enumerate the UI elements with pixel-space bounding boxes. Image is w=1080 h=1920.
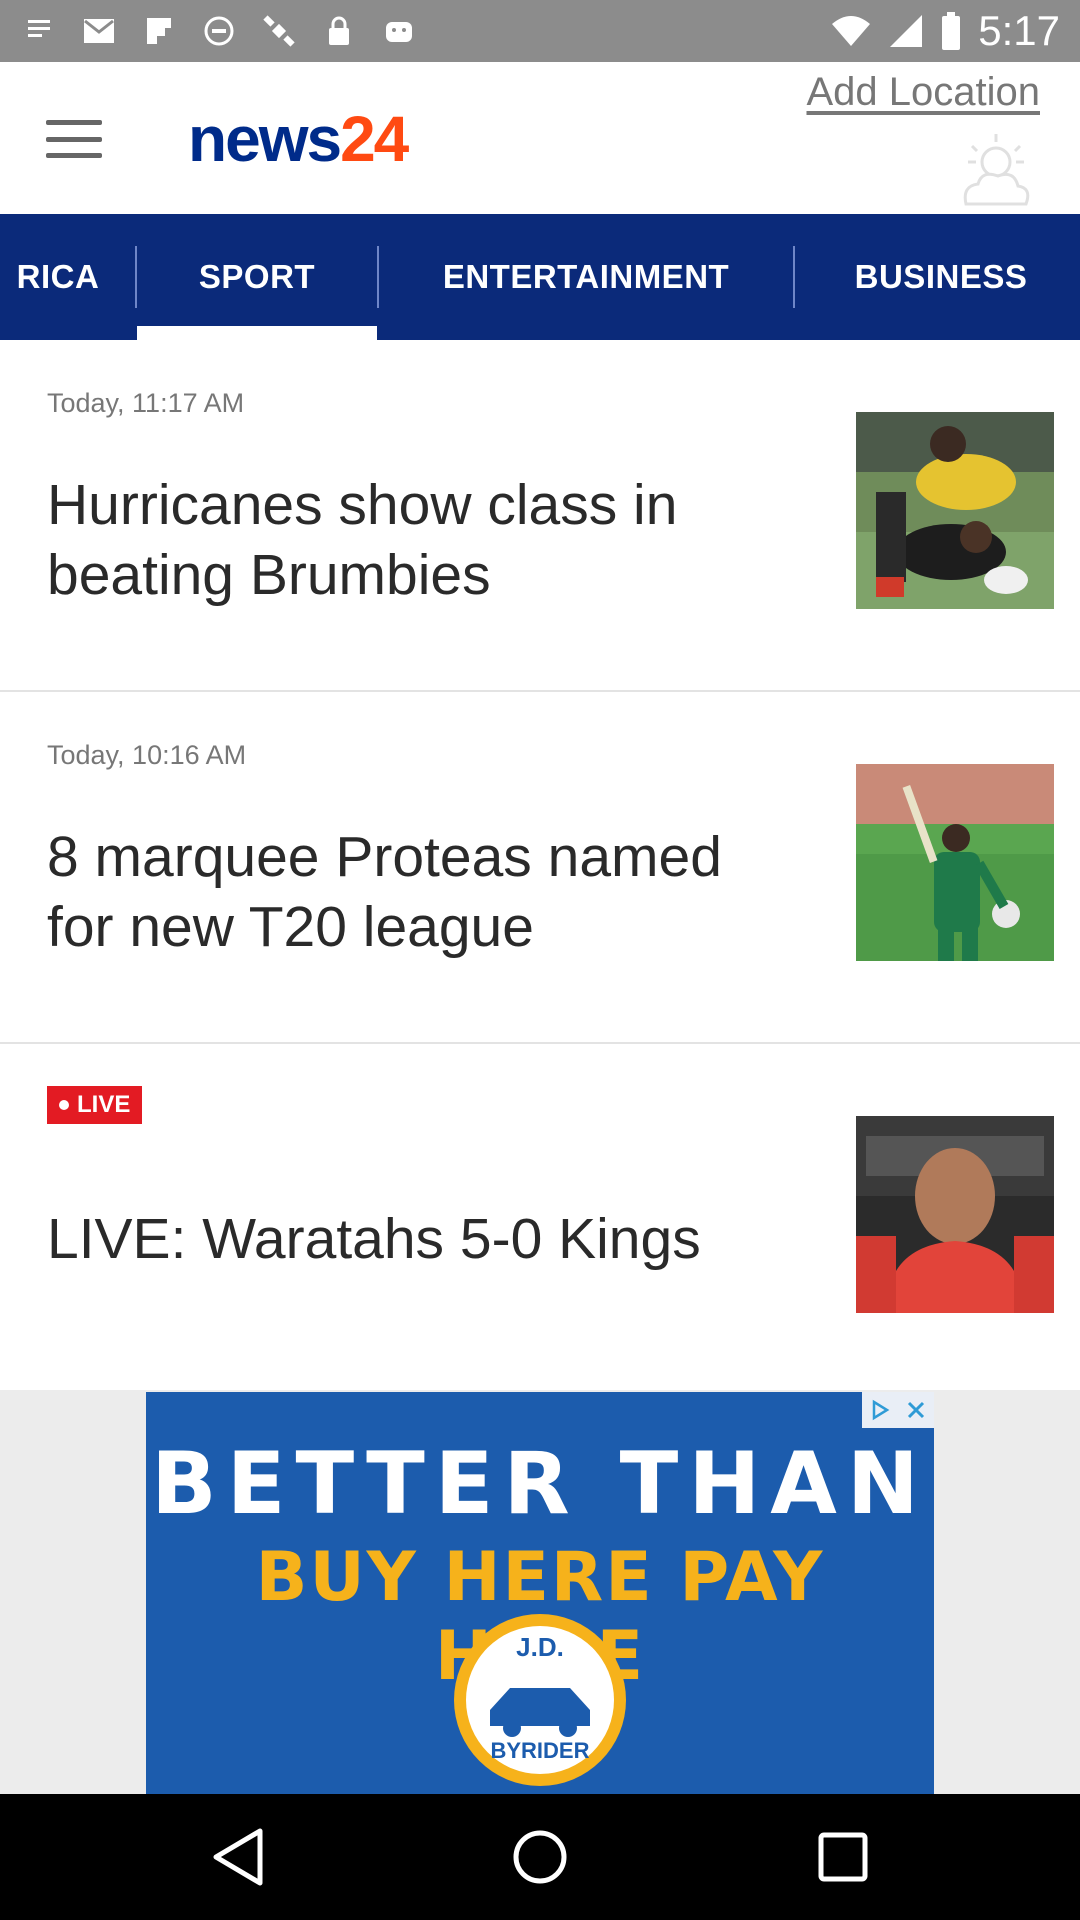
tab-sport[interactable]: SPORT	[137, 214, 377, 340]
status-icons	[22, 8, 416, 54]
recents-button[interactable]	[808, 1822, 878, 1892]
article-thumbnail-cricket[interactable]	[856, 764, 1054, 961]
home-button[interactable]	[505, 1822, 575, 1892]
news24-logo[interactable]: news24	[188, 102, 409, 176]
jd-byrider-logo: J.D. BYRIDER	[450, 1610, 630, 1790]
weather-icon[interactable]	[952, 126, 1036, 210]
article-timestamp: Today, 10:16 AM	[47, 740, 247, 770]
article-card[interactable]: Today, 10:16 AM 8 marquee Proteas named …	[0, 692, 1080, 1044]
live-dot-icon	[59, 1100, 69, 1110]
article-thumbnail-coach[interactable]	[856, 1116, 1054, 1313]
notification-icon	[22, 14, 56, 48]
tab-rica[interactable]: RICA	[0, 214, 136, 340]
tab-entertainment[interactable]: ENTERTAINMENT	[379, 214, 793, 340]
add-location-link[interactable]: Add Location	[806, 70, 1040, 115]
advertisement-banner[interactable]: BETTER THAN BUY HERE PAY HERE J.D. BYRID…	[146, 1392, 934, 1794]
ad-container: BETTER THAN BUY HERE PAY HERE J.D. BYRID…	[0, 1390, 1080, 1794]
category-tabs: RICA SPORT ENTERTAINMENT BUSINESS	[0, 214, 1080, 340]
hamburger-line	[46, 136, 102, 142]
android-icon	[382, 14, 416, 48]
logo-text-news: news	[188, 103, 342, 175]
ad-logo-line1: J.D.	[516, 1632, 564, 1662]
status-bar: 5:17	[0, 0, 1080, 62]
ad-headline: BETTER THAN	[151, 1434, 929, 1534]
ad-choices	[862, 1392, 934, 1428]
flipboard-icon	[142, 14, 176, 48]
system-navigation-bar	[0, 1794, 1080, 1920]
live-badge-label: LIVE	[77, 1091, 131, 1118]
ad-logo-line2: BYRIDER	[490, 1738, 590, 1763]
menu-button[interactable]	[40, 114, 108, 164]
wifi-icon	[832, 16, 871, 46]
signal-icon	[890, 15, 923, 47]
app-header: news24 Add Location	[0, 62, 1080, 214]
ad-close-icon[interactable]	[898, 1392, 934, 1428]
article-headline[interactable]: LIVE: Waratahs 5-0 Kings	[47, 1204, 787, 1274]
hamburger-line	[46, 120, 102, 125]
article-headline[interactable]: Hurricanes show class in beating Brumbie…	[47, 470, 787, 610]
hamburger-line	[46, 153, 102, 158]
clock: 5:17	[978, 7, 1060, 54]
live-badge: LIVE	[47, 1086, 143, 1124]
lock-icon	[322, 14, 356, 48]
logo-text-24: 24	[340, 103, 409, 175]
status-right: 5:17	[830, 0, 1060, 62]
battery-icon	[942, 12, 961, 50]
article-thumbnail-rugby[interactable]	[856, 412, 1054, 609]
article-headline[interactable]: 8 marquee Proteas named for new T20 leag…	[47, 822, 787, 962]
tab-business[interactable]: BUSINESS	[795, 214, 1080, 340]
mail-icon	[82, 14, 116, 48]
circle-status-icon	[202, 14, 236, 48]
article-card[interactable]: LIVE LIVE: Waratahs 5-0 Kings	[0, 1044, 1080, 1390]
satellite-icon	[262, 14, 296, 48]
article-card[interactable]: Today, 11:17 AM Hurricanes show class in…	[0, 340, 1080, 692]
back-button[interactable]	[203, 1822, 273, 1892]
article-timestamp: Today, 11:17 AM	[47, 388, 245, 418]
ad-choices-icon[interactable]	[862, 1392, 898, 1428]
